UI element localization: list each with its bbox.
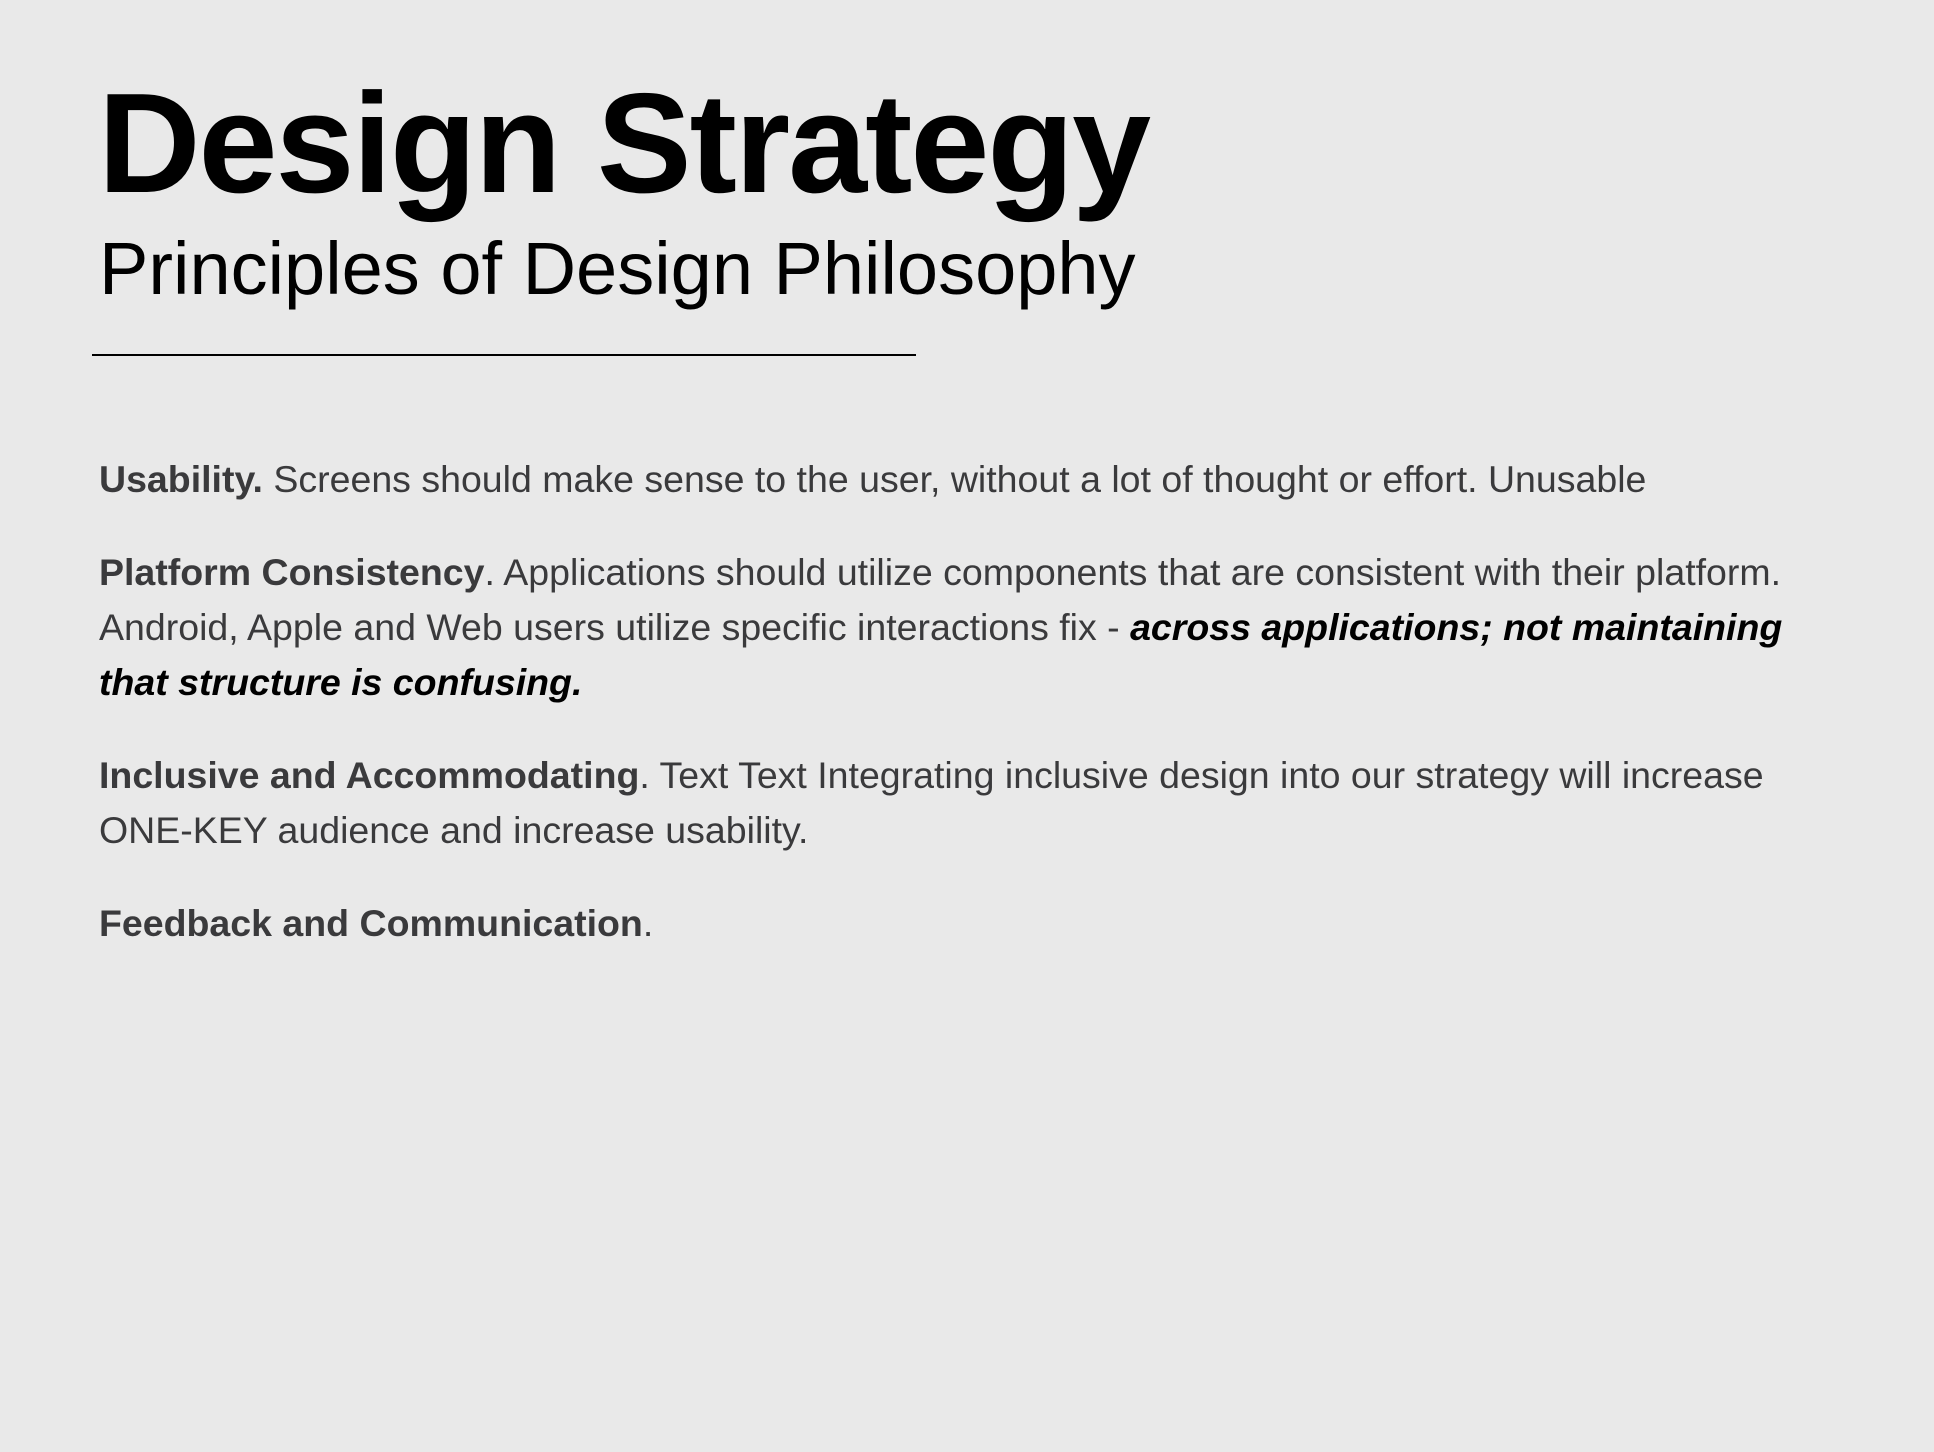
principle-usability: Usability. Screens should make sense to … — [99, 452, 1819, 507]
principles-list: Usability. Screens should make sense to … — [99, 452, 1819, 989]
principle-term: Inclusive and Accommodating — [99, 754, 640, 796]
slide: Design Strategy Principles of Design Phi… — [0, 0, 1934, 1452]
principle-text: Screens should make sense to the user, w… — [262, 458, 1647, 500]
principle-term: Platform Consistency — [99, 551, 485, 593]
principle-feedback: Feedback and Communication. — [99, 896, 1819, 951]
slide-subtitle: Principles of Design Philosophy — [99, 227, 1136, 310]
principle-platform-consistency: Platform Consistency. Applications shoul… — [99, 545, 1819, 710]
principle-term: Usability. — [99, 458, 263, 500]
slide-title: Design Strategy — [98, 64, 1151, 223]
principle-text: . — [642, 902, 654, 944]
principle-inclusive: Inclusive and Accommodating. Text Text I… — [99, 748, 1819, 858]
title-divider — [92, 354, 916, 356]
principle-term: Feedback and Communication — [99, 902, 643, 944]
